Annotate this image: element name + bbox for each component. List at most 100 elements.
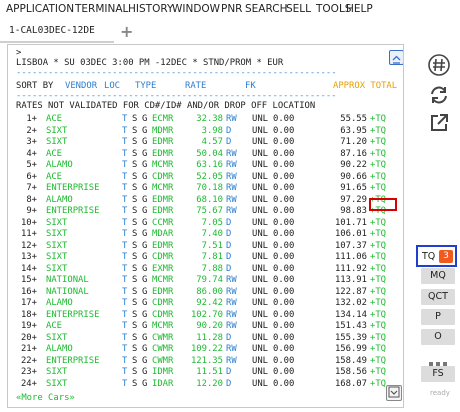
row-rw: D (226, 240, 232, 251)
row-vendor[interactable]: SIXT (46, 137, 67, 147)
row-vendor[interactable]: SIXT (46, 229, 67, 239)
hash-icon[interactable] (428, 54, 454, 80)
row-vendor[interactable]: SIXT (46, 252, 67, 262)
menu-help[interactable]: HELP (346, 3, 373, 15)
row-t: T (122, 355, 128, 366)
row-vendor[interactable]: ENTERPRISE (46, 356, 99, 366)
row-tq[interactable]: +TQ (370, 183, 386, 193)
row-tq[interactable]: +TQ (370, 126, 386, 136)
row-tq[interactable]: +TQ (370, 137, 386, 147)
row-tq[interactable]: +TQ (370, 367, 386, 377)
row-zero: 0.00 (273, 114, 295, 124)
row-tq[interactable]: +TQ (370, 172, 386, 182)
row-vendor[interactable]: ENTERPRISE (46, 310, 99, 320)
row-vendor[interactable]: ALAMO (46, 344, 73, 354)
external-link-icon[interactable] (428, 112, 454, 138)
row-tq[interactable]: +TQ (370, 218, 386, 228)
row-tq[interactable]: +TQ (370, 149, 386, 159)
sort-approx-total-link[interactable]: APPROX TOTAL (333, 81, 397, 91)
sort-type-link[interactable]: TYPE (135, 81, 156, 91)
row-vendor[interactable]: ENTERPRISE (46, 183, 99, 193)
more-cars-link[interactable]: «More Cars» (16, 393, 75, 403)
add-tab-icon[interactable]: + (120, 22, 133, 41)
row-code: MDMR (152, 125, 174, 136)
row-rate: 75.67 (196, 206, 223, 216)
row-tq[interactable]: +TQ (370, 252, 386, 262)
row-rw: RW (226, 194, 237, 205)
row-tq[interactable]: +TQ (370, 356, 386, 366)
row-tq[interactable]: +TQ (370, 379, 386, 389)
row-tq[interactable]: +TQ (370, 229, 386, 239)
row-tq[interactable]: +TQ (370, 287, 386, 297)
fs-button[interactable]: FS (421, 366, 455, 382)
row-code: CWMR (152, 355, 174, 366)
row-tq[interactable]: +TQ (370, 310, 386, 320)
menu-search[interactable]: SEARCH (245, 3, 287, 15)
menu-sell[interactable]: SELL (286, 3, 311, 15)
row-vendor[interactable]: ACE (46, 114, 62, 124)
row-rate: 7.81 (201, 252, 223, 262)
row-t: T (122, 286, 128, 297)
row-tq[interactable]: +TQ (370, 321, 386, 331)
row-g: G (142, 367, 148, 377)
row-vendor[interactable]: SIXT (46, 264, 67, 274)
refresh-icon[interactable] (428, 84, 454, 110)
menu-window[interactable]: WINDOW (172, 3, 220, 15)
row-vendor[interactable]: ALAMO (46, 298, 73, 308)
row-rate: 7.40 (201, 229, 223, 239)
row-vendor[interactable]: SIXT (46, 367, 67, 377)
menu-history[interactable]: HISTORY (128, 3, 173, 15)
menu-terminal[interactable]: TERMINAL (75, 3, 128, 15)
row-tq[interactable]: +TQ (370, 344, 386, 354)
scroll-down-icon[interactable] (386, 385, 402, 401)
tq-button[interactable]: TQ (422, 251, 435, 262)
row-vendor[interactable]: NATIONAL (46, 287, 89, 297)
row-vendor[interactable]: ACE (46, 149, 62, 159)
row-vendor[interactable]: ENTERPRISE (46, 206, 99, 216)
scroll-up-icon[interactable] (389, 50, 403, 65)
row-vendor[interactable]: SIXT (46, 126, 67, 136)
sort-loc-link[interactable]: LOC (104, 81, 120, 91)
row-tq[interactable]: +TQ (370, 160, 386, 170)
sort-fk-link[interactable]: FK (245, 81, 256, 91)
mq-button[interactable]: MQ (421, 268, 455, 284)
sort-vendor-link[interactable]: VENDOR (65, 81, 97, 91)
terminal-output[interactable]: > LISBOA * SU 03DEC 3:00 PM -12DEC * STN… (7, 44, 404, 408)
rates-notice: RATES NOT VALIDATED FOR CD#/ID# AND/OR D… (16, 101, 316, 111)
row-code: CDMR (152, 298, 174, 308)
row-vendor[interactable]: SIXT (46, 333, 67, 343)
query-line: LISBOA * SU 03DEC 3:00 PM -12DEC * STND/… (16, 58, 284, 68)
row-rw: RW (226, 206, 237, 216)
row-g: G (142, 206, 148, 216)
row-code: EDMR (152, 137, 174, 147)
row-tq[interactable]: +TQ (370, 114, 386, 124)
row-vendor[interactable]: ALAMO (46, 160, 73, 170)
row-tq[interactable]: +TQ (370, 241, 386, 251)
row-tq[interactable]: +TQ (370, 264, 386, 274)
row-g: G (142, 114, 148, 124)
row-vendor[interactable]: ACE (46, 321, 62, 331)
row-tq[interactable]: +TQ (370, 298, 386, 308)
menu-application[interactable]: APPLICATION (6, 3, 74, 15)
row-s: S (132, 332, 138, 343)
row-vendor[interactable]: SIXT (46, 379, 67, 389)
row-t: T (122, 160, 128, 170)
sort-rate-link[interactable]: RATE (185, 81, 206, 91)
qct-button[interactable]: QCT (421, 289, 455, 305)
row-num: 10+ (20, 217, 37, 228)
row-s: S (132, 321, 138, 331)
tab-cal03dec[interactable]: 1-CAL03DEC-12DE (9, 25, 95, 36)
row-vendor[interactable]: SIXT (46, 241, 67, 251)
row-g: G (142, 160, 148, 170)
row-rw: RW (226, 286, 237, 297)
row-total: 113.91 (334, 275, 367, 285)
row-vendor[interactable]: ALAMO (46, 195, 73, 205)
row-tq[interactable]: +TQ (370, 333, 386, 343)
row-vendor[interactable]: ACE (46, 172, 62, 182)
menu-pnr[interactable]: PNR (221, 3, 242, 15)
row-tq[interactable]: +TQ (370, 275, 386, 285)
row-vendor[interactable]: SIXT (46, 218, 67, 228)
row-vendor[interactable]: NATIONAL (46, 275, 89, 285)
o-button[interactable]: O (421, 329, 455, 345)
p-button[interactable]: P (421, 309, 455, 325)
